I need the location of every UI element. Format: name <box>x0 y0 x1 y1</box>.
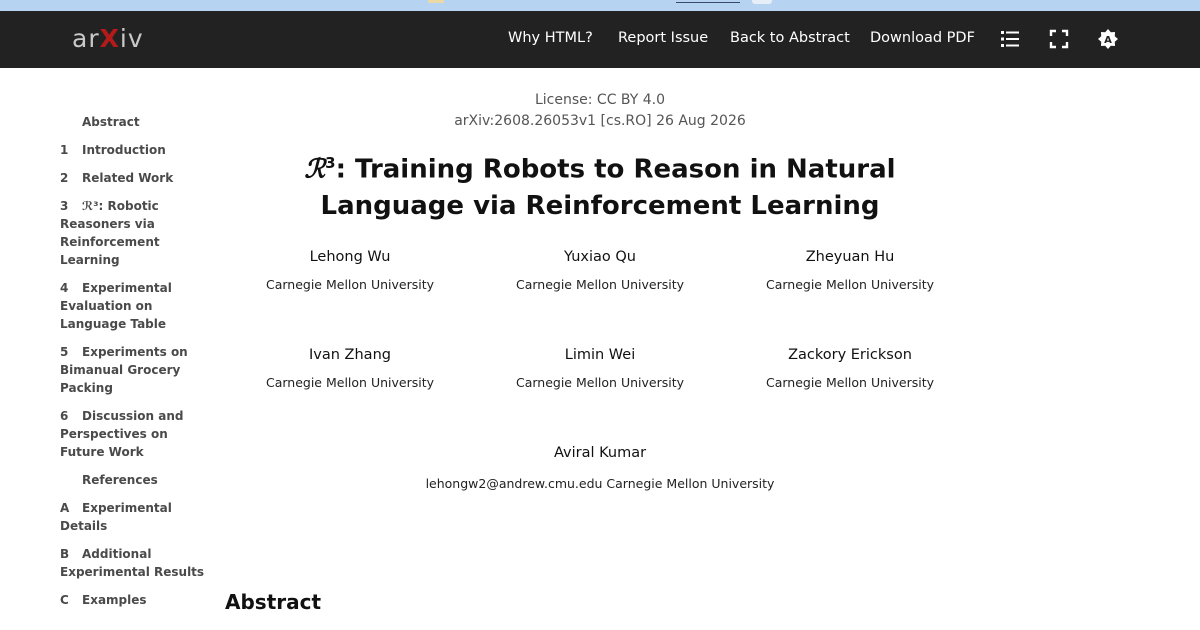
abstract-heading: Abstract <box>225 590 322 614</box>
author-block: Yuxiao Qu Carnegie Mellon University <box>470 249 730 292</box>
list-icon[interactable] <box>999 28 1021 50</box>
author-block: Aviral Kumar <box>470 445 730 461</box>
toc-item-examples[interactable]: C Examples <box>60 591 210 609</box>
title-line-1: : Training Robots to Reason in Natural <box>335 154 896 185</box>
author-affiliation: Carnegie Mellon University <box>765 277 934 292</box>
toc-label: Additional Experimental Results <box>60 547 205 579</box>
author-name: Zheyuan Hu <box>805 249 895 265</box>
author-block: Ivan Zhang Carnegie Mellon University <box>220 347 480 390</box>
arxiv-logo[interactable]: arXiv <box>72 24 144 53</box>
author-name: Aviral Kumar <box>553 445 647 461</box>
license-line: License: CC BY 4.0 <box>534 92 666 108</box>
toc-number: A <box>60 501 70 515</box>
author-affiliation: Carnegie Mellon University <box>265 277 434 292</box>
toc-number: 1 <box>60 143 69 157</box>
toc-label: Abstract <box>82 115 140 129</box>
nav-download-pdf[interactable]: Download PDF <box>870 30 975 46</box>
toc-item-references[interactable]: References <box>60 471 210 489</box>
fullscreen-icon[interactable] <box>1048 28 1070 50</box>
author-block: Zackory Erickson Carnegie Mellon Univers… <box>720 347 980 390</box>
toc-number: 4 <box>60 281 69 295</box>
author-affiliation: Carnegie Mellon University <box>265 375 434 390</box>
toc-label: Related Work <box>82 171 174 185</box>
theme-icon[interactable]: A <box>1097 28 1119 50</box>
toc-item-experimental-details[interactable]: A Experimental Details <box>60 499 210 535</box>
author-block: Limin Wei Carnegie Mellon University <box>470 347 730 390</box>
notice-icon <box>428 0 444 3</box>
toc-label: Introduction <box>82 143 166 157</box>
nav-back-to-abstract[interactable]: Back to Abstract <box>730 30 850 46</box>
top-navbar: arXiv Why HTML? Report Issue Back to Abs… <box>0 11 1200 68</box>
contact-affiliation-line: lehongw2@andrew.cmu.edu Carnegie Mellon … <box>425 476 775 491</box>
author-affiliation: Carnegie Mellon University <box>515 375 684 390</box>
notice-link-underline <box>676 2 740 3</box>
paper-title: ℛ3: Training Robots to Reason in Natural… <box>300 145 900 224</box>
svg-text:A: A <box>1104 35 1112 46</box>
toc-item-abstract[interactable]: Abstract <box>60 113 210 131</box>
title-symbol: ℛ <box>304 154 326 185</box>
author-block: Zheyuan Hu Carnegie Mellon University <box>720 249 980 292</box>
notice-close-pill <box>752 0 772 4</box>
title-line-2: Language via Reinforcement Learning <box>320 190 880 221</box>
arxiv-id-line: arXiv:2608.26053v1 [cs.RO] 26 Aug 2026 <box>454 113 746 129</box>
toc-item-related-work[interactable]: 2 Related Work <box>60 169 210 187</box>
title-superscript: 3 <box>325 154 336 172</box>
toc-item-robotic-reasoners[interactable]: 3 ℛ³: Robotic Reasoners via Reinforcement… <box>60 197 210 269</box>
toc-item-additional-results[interactable]: B Additional Experimental Results <box>60 545 210 581</box>
author-name: Limin Wei <box>564 347 636 363</box>
toc-number: 3 <box>60 199 69 213</box>
author-name: Lehong Wu <box>309 249 391 265</box>
table-of-contents: Abstract 1 Introduction 2 Related Work 3 ℛ³… <box>60 113 210 619</box>
toc-number: 6 <box>60 409 69 423</box>
author-affiliation: Carnegie Mellon University <box>765 375 934 390</box>
toc-item-language-table[interactable]: 4 Experimental Evaluation on Language Tab… <box>60 279 210 333</box>
toc-number: 2 <box>60 171 69 185</box>
toc-item-grocery-packing[interactable]: 5 Experiments on Bimanual Grocery Packing <box>60 343 210 397</box>
toc-item-discussion[interactable]: 6 Discussion and Perspectives on Future W… <box>60 407 210 461</box>
toc-label: Examples <box>82 593 147 607</box>
browser-top-strip <box>0 0 1200 11</box>
toc-number: B <box>60 547 70 561</box>
nav-why-html[interactable]: Why HTML? <box>508 30 593 46</box>
author-block: Lehong Wu Carnegie Mellon University <box>220 249 480 292</box>
author-name: Yuxiao Qu <box>564 249 636 265</box>
toc-number: C <box>60 593 69 607</box>
toc-label: References <box>82 473 158 487</box>
toc-item-introduction[interactable]: 1 Introduction <box>60 141 210 159</box>
author-affiliation: Carnegie Mellon University <box>515 277 684 292</box>
author-name: Zackory Erickson <box>788 347 912 363</box>
toc-number: 5 <box>60 345 69 359</box>
nav-report-issue[interactable]: Report Issue <box>618 30 708 46</box>
author-name: Ivan Zhang <box>309 347 391 363</box>
